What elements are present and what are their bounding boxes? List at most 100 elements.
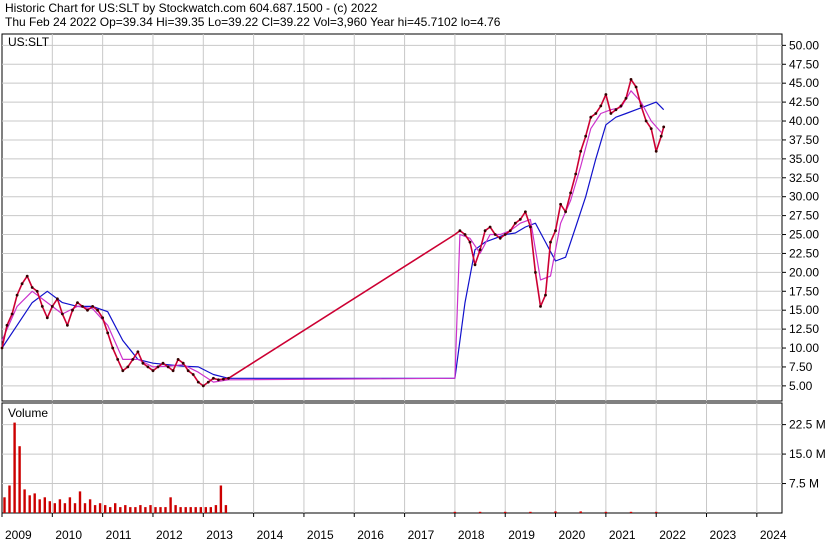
price-tick-label: 50.00 xyxy=(789,38,819,52)
year-label: 2011 xyxy=(106,528,132,542)
price-point xyxy=(539,305,542,308)
price-point xyxy=(30,286,34,289)
price-point xyxy=(604,93,608,96)
volume-bar xyxy=(129,507,132,513)
price-point xyxy=(212,376,215,380)
price-point xyxy=(574,172,578,176)
volume-bar xyxy=(68,497,72,513)
price-point xyxy=(0,346,4,350)
price-panel: 5.00 7.50 10.00 12.50 15.00 17.50 20.00 22.50 25… xyxy=(0,33,819,402)
price-point xyxy=(166,365,170,369)
price-point xyxy=(45,316,49,320)
volume-panel: 7.5 M 15.0 M 22.5 M Volume xyxy=(1,402,826,514)
volume-bar xyxy=(58,499,62,514)
volume-bar xyxy=(139,505,142,513)
price-tick-label: 20.00 xyxy=(789,265,819,279)
volume-bar xyxy=(83,503,87,513)
volume-bar xyxy=(114,503,117,513)
price-point xyxy=(463,233,467,236)
price-point xyxy=(649,127,653,130)
price-tick-label: 45.00 xyxy=(789,76,819,90)
price-tick-label: 47.50 xyxy=(789,57,819,71)
volume-bar xyxy=(194,507,197,513)
volume-label: Volume xyxy=(8,406,48,420)
year-label: 2021 xyxy=(609,528,636,542)
year-label: 2018 xyxy=(458,528,485,542)
volume-bar xyxy=(33,493,36,513)
price-tick-label: 32.50 xyxy=(789,171,819,185)
volume-bar xyxy=(134,507,137,513)
price-point xyxy=(644,119,648,123)
price-point xyxy=(654,149,658,153)
price-point xyxy=(81,305,84,308)
volume-bar xyxy=(53,503,56,513)
price-point xyxy=(50,305,54,308)
volume-bar xyxy=(28,495,31,513)
price-point xyxy=(222,377,225,381)
volume-bar xyxy=(453,511,457,513)
price-point xyxy=(458,229,462,233)
price-tick-label: 40.00 xyxy=(789,114,819,128)
price-point xyxy=(20,282,24,286)
year-label: 2024 xyxy=(760,528,787,542)
price-tick-label: 12.50 xyxy=(789,322,819,336)
volume-bar xyxy=(159,507,162,513)
price-tick-label: 5.00 xyxy=(789,379,813,393)
price-point xyxy=(40,305,44,308)
volume-bar xyxy=(189,507,192,513)
price-point xyxy=(619,104,623,108)
price-point xyxy=(196,380,200,384)
year-label: 2019 xyxy=(508,528,535,542)
price-point xyxy=(493,233,497,236)
price-point xyxy=(186,369,190,373)
price-point xyxy=(659,134,663,138)
price-point xyxy=(171,369,175,373)
price-point xyxy=(96,308,99,312)
volume-bar xyxy=(204,507,207,513)
price-point xyxy=(498,236,502,240)
price-point xyxy=(151,369,155,373)
price-point xyxy=(206,380,210,384)
price-point xyxy=(66,323,69,327)
price-point xyxy=(569,191,572,195)
volume-bar xyxy=(88,499,92,514)
volume-bar xyxy=(214,505,218,513)
price-tick-label: 15.00 xyxy=(789,303,819,317)
price-point xyxy=(136,350,140,354)
year-label: 2009 xyxy=(5,528,32,542)
price-tick-label: 27.50 xyxy=(789,209,819,223)
price-point xyxy=(614,108,618,112)
volume-bar xyxy=(104,505,107,513)
volume-bar xyxy=(98,503,102,513)
price-point xyxy=(25,274,29,278)
year-label: 2022 xyxy=(659,528,686,542)
price-point xyxy=(584,134,588,138)
year-label: 2016 xyxy=(357,528,384,542)
price-point xyxy=(483,229,487,233)
volume-axis: 7.5 M 15.0 M 22.5 M xyxy=(782,418,826,491)
volume-bar xyxy=(529,511,532,513)
volume-bar xyxy=(144,507,147,513)
volume-bar xyxy=(174,505,177,513)
year-label: 2015 xyxy=(307,528,334,542)
price-point xyxy=(106,331,110,335)
price-point xyxy=(116,358,120,361)
year-label: 2013 xyxy=(206,528,233,542)
volume-bar xyxy=(43,497,46,513)
price-point xyxy=(101,316,104,320)
price-tick-label: 35.00 xyxy=(789,152,819,166)
volume-bar xyxy=(629,511,633,513)
price-point xyxy=(564,210,567,214)
price-tick-label: 25.00 xyxy=(789,228,819,242)
price-point xyxy=(662,125,666,129)
volume-bar xyxy=(478,511,482,513)
volume-tick-label: 15.0 M xyxy=(789,447,826,461)
price-point xyxy=(549,240,552,244)
volume-bar xyxy=(93,505,97,513)
volume-tick-label: 22.5 M xyxy=(789,418,826,432)
volume-bar xyxy=(209,507,212,513)
price-point xyxy=(513,221,517,225)
price-point xyxy=(589,115,593,119)
stock-chart: 5.00 7.50 10.00 12.50 15.00 17.50 20.00 22.50 25… xyxy=(0,33,826,542)
price-tick-label: 10.00 xyxy=(789,341,819,355)
